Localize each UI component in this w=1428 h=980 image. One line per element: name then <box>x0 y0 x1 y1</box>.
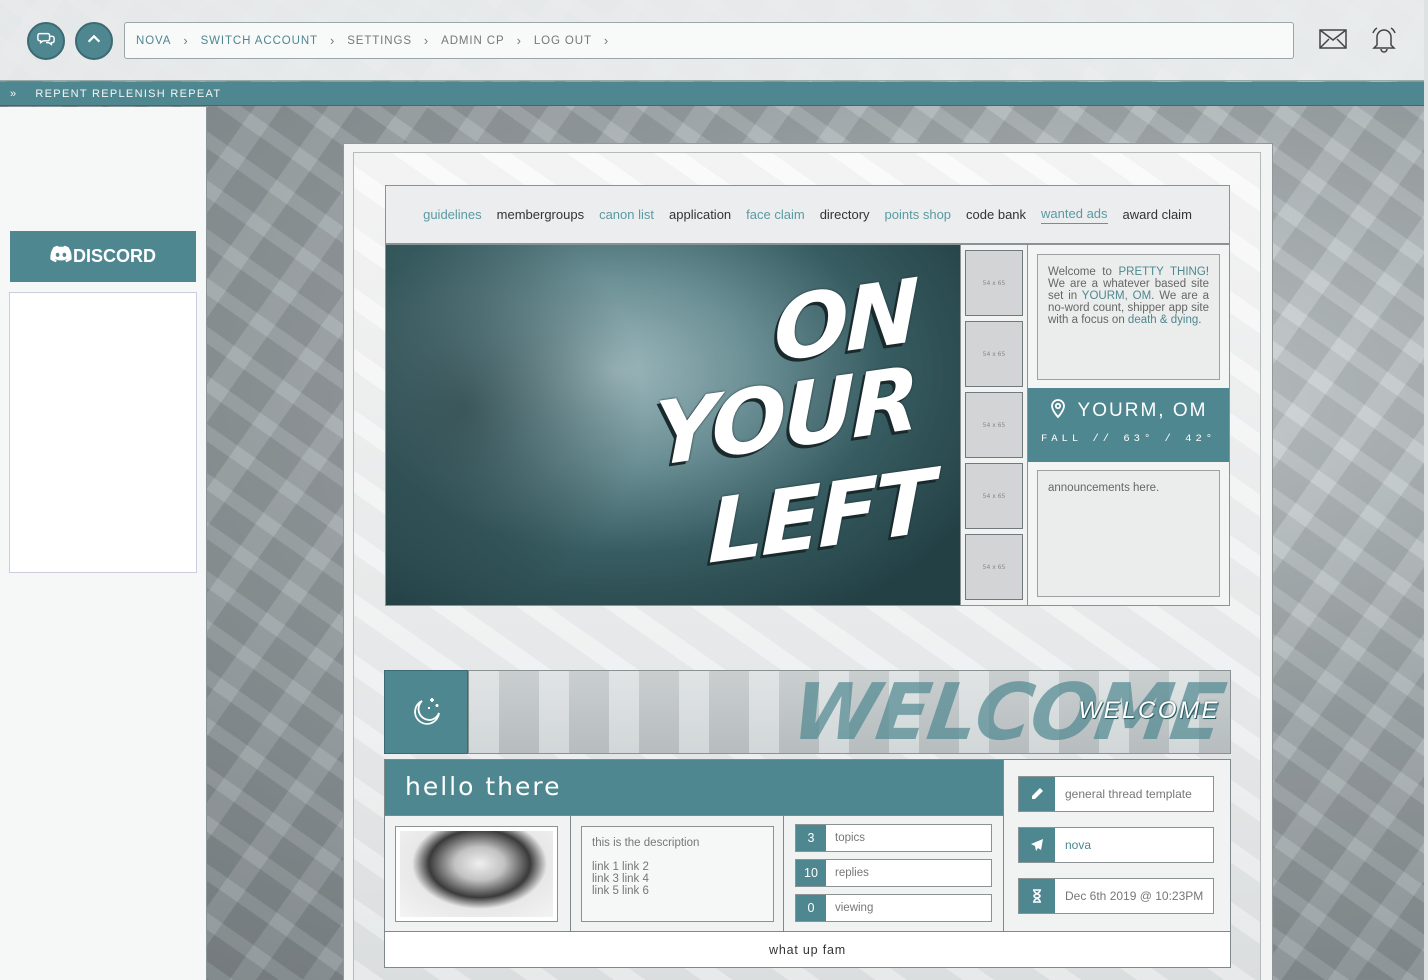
chat-button[interactable] <box>27 22 65 60</box>
thumbnail[interactable]: 54 x 65 <box>965 534 1023 600</box>
scrollbar[interactable] <box>1424 0 1428 980</box>
banner-icon-box <box>384 670 468 754</box>
bell-icon[interactable] <box>1369 24 1399 54</box>
mail-icon[interactable] <box>1318 24 1348 54</box>
last-post-date-text: Dec 6th 2019 @ 10:23PM <box>1065 889 1204 903</box>
info-column: Welcome to PRETTY THING! We are a whatev… <box>1027 244 1230 606</box>
weather-text: FALL // 63° / 42° <box>1040 433 1217 445</box>
stat-label: topics <box>835 832 866 844</box>
forum-image-frame <box>395 826 558 922</box>
discord-widget[interactable] <box>9 292 197 573</box>
discord-button[interactable]: DISCORD <box>10 231 196 282</box>
stat-value: 0 <box>796 895 826 921</box>
forum-title[interactable]: hello there <box>385 760 1003 815</box>
thumbnail[interactable]: 54 x 65 <box>965 392 1023 458</box>
stat-value: 10 <box>796 860 826 886</box>
nav-membergroups[interactable]: membergroups <box>497 207 584 222</box>
location-band: YOURM, OM FALL // 63° / 42° <box>1028 388 1229 462</box>
site-name-link[interactable]: PRETTY THING <box>1118 266 1205 278</box>
ticker-text: REPENT REPLENISH REPEAT <box>35 87 222 100</box>
left-sidebar: DISCORD <box>0 107 207 980</box>
thumbnail[interactable]: 54 x 65 <box>965 321 1023 387</box>
nav-code-bank[interactable]: code bank <box>966 207 1026 222</box>
crumb-switch-account[interactable]: SWITCH ACCOUNT <box>201 35 318 47</box>
nav-guidelines[interactable]: guidelines <box>423 207 482 222</box>
stat-viewing: 0 viewing <box>795 894 992 922</box>
forum-stats-cell: 3 topics 10 replies 0 viewing <box>784 815 1003 931</box>
forum-image <box>400 831 553 917</box>
forum-description-cell: this is the description link 1 link 2 li… <box>571 815 784 931</box>
crumb-nova[interactable]: NOVA <box>136 35 171 47</box>
nav-face-claim[interactable]: face claim <box>746 207 805 222</box>
thumbnail-column: 54 x 65 54 x 65 54 x 65 54 x 65 54 x 65 <box>961 244 1027 606</box>
nav-points-shop[interactable]: points shop <box>885 207 952 222</box>
crumb-log-out[interactable]: LOG OUT <box>534 35 592 47</box>
crumb-separator: › <box>329 33 336 48</box>
hero-image: ON YOUR LEFT <box>385 244 961 606</box>
welcome-text: Welcome to PRETTY THING! We are a whatev… <box>1037 254 1220 380</box>
forum-description: this is the description <box>592 837 700 849</box>
nav-canon-list[interactable]: canon list <box>599 207 654 222</box>
nav-wanted-ads[interactable]: wanted ads <box>1041 206 1108 224</box>
forum-image-cell <box>385 815 571 931</box>
crumb-separator: › <box>423 33 430 48</box>
last-post-date: Dec 6th 2019 @ 10:23PM <box>1018 878 1214 914</box>
stat-label: replies <box>835 867 869 879</box>
welcome-text-part: Welcome to <box>1048 266 1112 278</box>
location-link[interactable]: YOURM, OM <box>1082 290 1151 302</box>
welcome-banner: WELCOME WELCOME <box>468 670 1231 754</box>
last-topic[interactable]: general thread template <box>1018 776 1214 812</box>
last-post-panel: general thread template nova Dec 6th 201… <box>1003 760 1230 931</box>
forum-footer: what up fam <box>385 931 1230 967</box>
stat-label: viewing <box>835 902 874 914</box>
forum-subforum-links[interactable]: link 5 link 6 <box>592 885 763 897</box>
stat-replies: 10 replies <box>795 859 992 887</box>
focus-link[interactable]: death & dying <box>1128 314 1198 326</box>
crumb-admin-cp[interactable]: ADMIN CP <box>441 35 504 47</box>
crumb-settings[interactable]: SETTINGS <box>347 35 412 47</box>
thumbnail[interactable]: 54 x 65 <box>965 250 1023 316</box>
ticker-bar: » REPENT REPLENISH REPEAT <box>0 82 1424 106</box>
forum-subforum-links[interactable]: link 3 link 4 <box>592 873 763 885</box>
breadcrumb: NOVA › SWITCH ACCOUNT › SETTINGS › ADMIN… <box>124 22 1294 59</box>
map-pin-icon <box>1050 398 1078 424</box>
quick-links-nav: guidelines membergroups canon list appli… <box>385 185 1230 244</box>
scroll-top-button[interactable] <box>75 22 113 60</box>
welcome-text-part: . <box>1198 314 1202 326</box>
last-poster-name[interactable]: nova <box>1065 838 1091 852</box>
last-topic-title[interactable]: general thread template <box>1065 787 1192 801</box>
nav-directory[interactable]: directory <box>820 207 870 222</box>
moon-stars-icon <box>408 692 444 732</box>
top-bar: NOVA › SWITCH ACCOUNT › SETTINGS › ADMIN… <box>0 0 1424 81</box>
hourglass-icon <box>1019 879 1055 913</box>
discord-icon <box>50 245 73 268</box>
ticker-marker: » <box>10 87 18 100</box>
announcements-box: announcements here. <box>1037 470 1220 597</box>
paper-plane-icon <box>1019 828 1055 862</box>
nav-application[interactable]: application <box>669 207 731 222</box>
chevron-up-icon <box>85 30 103 52</box>
stat-topics: 3 topics <box>795 824 992 852</box>
banner-title: WELCOME <box>1078 697 1220 724</box>
crumb-separator: › <box>603 33 610 48</box>
forum-row: hello there this is the description link… <box>384 759 1231 968</box>
forum-description-box: this is the description link 1 link 2 li… <box>581 826 774 922</box>
crumb-separator: › <box>516 33 522 48</box>
chat-bubbles-icon <box>37 30 55 52</box>
location-title: YOURM, OM <box>1077 400 1208 421</box>
last-poster[interactable]: nova <box>1018 827 1214 863</box>
crumb-separator: › <box>183 33 189 48</box>
stat-value: 3 <box>796 825 826 851</box>
thumbnail[interactable]: 54 x 65 <box>965 463 1023 529</box>
forum-subforum-links[interactable]: link 1 link 2 <box>592 861 763 873</box>
nav-award-claim[interactable]: award claim <box>1123 207 1192 222</box>
pencil-icon <box>1019 777 1055 811</box>
discord-label: DISCORD <box>72 246 156 266</box>
